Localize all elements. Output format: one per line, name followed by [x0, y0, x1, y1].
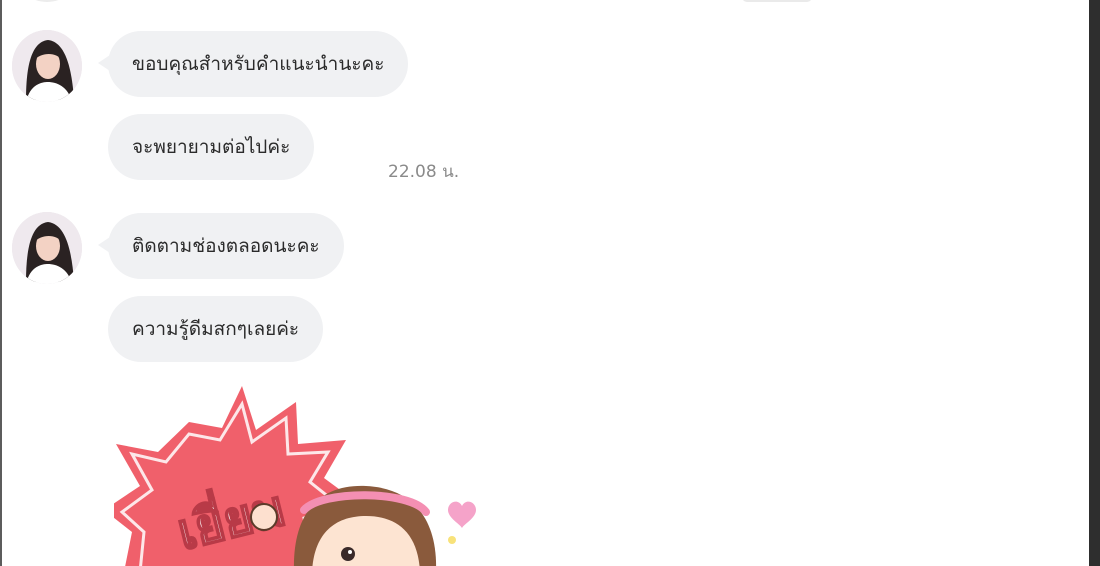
avatar-photo: [12, 30, 82, 102]
chat-panel: ขอบคุณสำหรับคำแนะนำนะคะ จะพยายามต่อไปค่ะ…: [2, 0, 1089, 566]
message-timestamp: 22.08 น.: [388, 162, 460, 182]
cropped-message: [742, 0, 812, 2]
window-edge: [1089, 0, 1100, 566]
message-bubble[interactable]: ความรู้ดีมสกๆเลยค่ะ: [108, 296, 324, 362]
message-bubble[interactable]: จะพยายามต่อไปค่ะ: [108, 114, 315, 180]
message-text: ขอบคุณสำหรับคำแนะนำนะคะ: [132, 53, 385, 75]
heart-icon: [448, 501, 476, 528]
message-bubble[interactable]: ติดตามช่องตลอดนะคะ: [98, 213, 344, 279]
cropped-avatar: [12, 0, 82, 2]
sticker[interactable]: เยี่ยม: [104, 382, 494, 566]
avatar-photo: [12, 212, 82, 284]
message-text: จะพยายามต่อไปค่ะ: [132, 136, 291, 158]
message-text: ความรู้ดีมสกๆเลยค่ะ: [132, 318, 300, 340]
sticker-image: เยี่ยม: [104, 386, 476, 566]
message-bubble[interactable]: ขอบคุณสำหรับคำแนะนำนะคะ: [97, 31, 409, 97]
sender-avatar[interactable]: [12, 30, 82, 102]
sender-avatar[interactable]: [12, 212, 82, 284]
message-text: ติดตามช่องตลอดนะคะ: [132, 235, 320, 257]
